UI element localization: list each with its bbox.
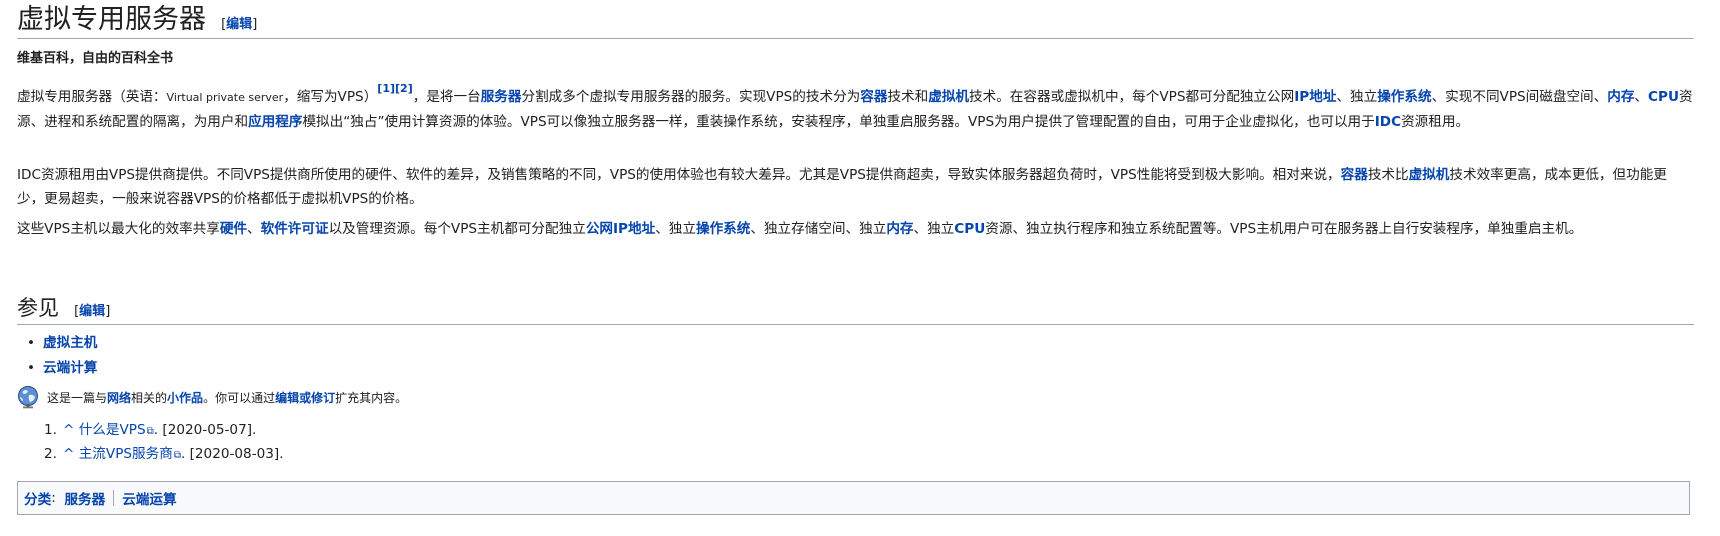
reference-item: 2. ^ 主流VPS服务商⧉. [2020-08-03]. [44, 443, 284, 467]
text: 相关的 [131, 390, 168, 405]
text: 、实现不同VPS间磁盘空间、 [1431, 89, 1608, 105]
text: ，缩写为VPS） [283, 89, 378, 105]
reference-backlink[interactable]: ^ [63, 446, 74, 462]
see-also-edit-section: [编辑] [74, 304, 111, 319]
link-container[interactable]: 容器 [1341, 167, 1368, 183]
reference-link[interactable]: 什么是VPS [79, 422, 146, 438]
link-virtual-host[interactable]: 虚拟主机 [43, 335, 97, 351]
reference-number: 2. [44, 446, 57, 462]
text: 扩充其内容。 [335, 390, 408, 405]
reference-item: 1. ^ 什么是VPS⧉. [2020-05-07]. [44, 419, 284, 443]
reference-backlink[interactable]: ^ [63, 422, 74, 438]
link-server[interactable]: 服务器 [481, 89, 522, 105]
ref-link-2[interactable]: [2] [395, 82, 413, 95]
stub-notice: 这是一篇与 网络 相关的 小作品 。你可以通过 编辑或修订 扩充其内容。 [17, 382, 407, 412]
text: 虚拟专用服务器（英语： [17, 89, 167, 105]
link-cpu[interactable]: CPU [1648, 89, 1679, 105]
category-link-server[interactable]: 服务器 [64, 488, 105, 508]
link-operating-system[interactable]: 操作系统 [1377, 89, 1431, 105]
text: 、 [247, 221, 261, 237]
category-bar: 分类: 服务器 云端运算 [17, 481, 1690, 515]
link-cpu[interactable]: CPU [954, 221, 985, 237]
link-virtual-machine[interactable]: 虚拟机 [1409, 167, 1450, 183]
text: ，是将一台 [412, 89, 481, 105]
see-also-list: 虚拟主机 云端计算 [27, 331, 97, 381]
see-also-divider [17, 324, 1694, 325]
list-item: 云端计算 [27, 356, 97, 381]
title-row: 虚拟专用服务器 [编辑] [17, 2, 257, 38]
reference-number: 1. [44, 422, 57, 438]
title-edit-section: [编辑] [221, 17, 258, 32]
link-edit-or-revise[interactable]: 编辑或修订 [275, 389, 335, 406]
link-idc[interactable]: IDC [1375, 114, 1401, 130]
reference-link[interactable]: 主流VPS服务商 [79, 446, 173, 462]
text: 、独立存储空间、独立 [750, 221, 887, 237]
external-link-icon: ⧉ [146, 426, 154, 437]
link-network[interactable]: 网络 [107, 389, 131, 406]
link-memory[interactable]: 内存 [886, 221, 913, 237]
link-software-license[interactable]: 软件许可证 [261, 221, 329, 237]
text: 技术和 [887, 89, 929, 105]
ref-link-1[interactable]: [1] [377, 82, 395, 95]
link-memory[interactable]: 内存 [1607, 89, 1634, 105]
external-link-icon: ⧉ [173, 450, 181, 461]
globe-icon [18, 386, 38, 409]
see-also-edit-link[interactable]: 编辑 [79, 304, 105, 319]
text: 、独立 [655, 221, 696, 237]
paragraph-idc: IDC资源租用由VPS提供商提供。不同VPS提供商所使用的硬件、软件的差异，及销… [17, 163, 1694, 211]
title-edit-link[interactable]: 编辑 [226, 17, 252, 32]
english-term: Virtual private server [166, 91, 284, 104]
title-divider [17, 38, 1694, 39]
text: 这是一篇与 [47, 390, 108, 405]
link-virtual-machine[interactable]: 虚拟机 [928, 89, 969, 105]
link-stub[interactable]: 小作品 [167, 389, 203, 406]
reference-date: . [2020-08-03]. [180, 446, 284, 462]
text: 技术。在容器或虚拟机中，每个VPS都可分配独立公网 [969, 89, 1295, 105]
ref-superscript: [1][2] [377, 82, 412, 95]
reference-list: 1. ^ 什么是VPS⧉. [2020-05-07]. 2. ^ 主流VPS服务商⧉… [44, 419, 284, 467]
link-cloud-computing[interactable]: 云端计算 [43, 360, 97, 376]
categories-label-link[interactable]: 分类 [24, 488, 51, 508]
reference-date: . [2020-05-07]. [153, 422, 257, 438]
text: 、独立 [913, 221, 955, 237]
categories-colon: : [51, 490, 56, 506]
link-application[interactable]: 应用程序 [248, 114, 302, 130]
text: 以及管理资源。每个VPS主机都可分配独立 [328, 221, 586, 237]
text: 。你可以通过 [203, 390, 276, 405]
link-operating-system[interactable]: 操作系统 [696, 221, 750, 237]
text: 这些VPS主机以最大化的效率共享 [17, 221, 220, 237]
list-item: 虚拟主机 [27, 331, 97, 356]
link-hardware[interactable]: 硬件 [220, 221, 247, 237]
link-public-ip[interactable]: 公网IP地址 [586, 221, 655, 237]
text: 、独立 [1336, 89, 1378, 105]
site-tagline: 维基百科，自由的百科全书 [17, 51, 174, 66]
text: 技术比 [1367, 167, 1409, 183]
link-container[interactable]: 容器 [860, 89, 887, 105]
category-link-cloud[interactable]: 云端运算 [122, 488, 176, 508]
see-also-heading-row: 参见 [编辑] [17, 294, 110, 322]
text: 资源、独立执行程序和独立系统配置等。VPS主机用户可在服务器上自行安装程序，单独… [985, 221, 1583, 237]
see-also-heading: 参见 [17, 296, 59, 320]
paragraph-intro: 虚拟专用服务器（英语：Virtual private server，缩写为VPS… [17, 82, 1694, 134]
text: IDC资源租用由VPS提供商提供。不同VPS提供商所使用的硬件、软件的差异，及销… [17, 167, 1341, 183]
link-ip-address[interactable]: IP地址 [1294, 89, 1336, 105]
page-title: 虚拟专用服务器 [17, 4, 206, 35]
text: 模拟出“独占”使用计算资源的体验。VPS可以像独立服务器一样，重装操作系统，安装… [302, 114, 1375, 130]
paragraph-hosts: 这些VPS主机以最大化的效率共享硬件、软件许可证以及管理资源。每个VPS主机都可… [17, 217, 1694, 241]
text: 、 [1634, 89, 1649, 105]
text: 资源租用。 [1401, 114, 1470, 130]
category-separator [113, 490, 115, 506]
text: 分割成多个虚拟专用服务器的服务。实现VPS的技术分为 [521, 89, 861, 105]
